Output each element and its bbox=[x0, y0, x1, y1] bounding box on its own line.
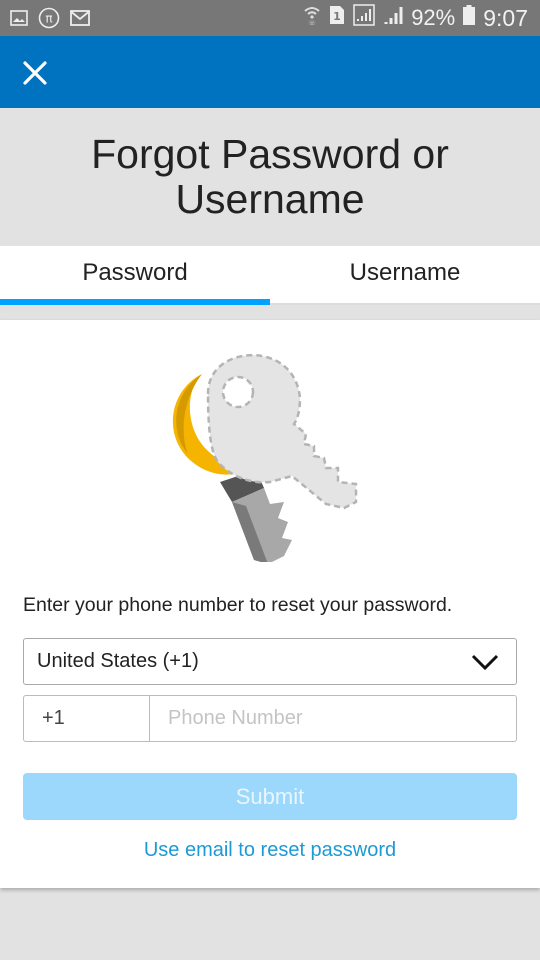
tab-bar: Password Username bbox=[0, 246, 540, 305]
tab-username[interactable]: Username bbox=[270, 246, 540, 303]
title-area: Forgot Password or Username bbox=[0, 108, 540, 246]
status-bar: π ☏ 1 92% 9:07 bbox=[0, 0, 540, 36]
svg-text:☏: ☏ bbox=[308, 20, 316, 26]
signal-boxed-icon bbox=[353, 4, 375, 32]
instruction-text: Enter your phone number to reset your pa… bbox=[23, 594, 453, 616]
use-email-link[interactable]: Use email to reset password bbox=[0, 839, 540, 862]
tab-password[interactable]: Password bbox=[0, 246, 270, 305]
country-select-value: United States (+1) bbox=[37, 650, 199, 672]
page-title: Forgot Password or Username bbox=[91, 131, 449, 222]
battery-percent: 92% bbox=[411, 5, 456, 30]
app-bar bbox=[0, 36, 540, 108]
phone-prefix: +1 bbox=[24, 696, 150, 741]
submit-button[interactable]: Submit bbox=[23, 773, 517, 820]
wifi-calling-icon: ☏ bbox=[303, 4, 321, 32]
chevron-down-icon bbox=[471, 654, 499, 671]
gmail-icon bbox=[70, 10, 90, 31]
country-select[interactable]: United States (+1) bbox=[23, 638, 517, 685]
svg-text:π: π bbox=[45, 12, 52, 26]
close-button[interactable] bbox=[20, 58, 50, 88]
image-icon bbox=[10, 10, 28, 31]
clock: 9:07 bbox=[483, 4, 528, 31]
phone-number-input[interactable] bbox=[150, 696, 516, 741]
reset-card: Enter your phone number to reset your pa… bbox=[0, 320, 540, 888]
signal-icon bbox=[383, 5, 403, 31]
pi-icon: π bbox=[38, 7, 60, 34]
phone-row: +1 bbox=[23, 695, 517, 742]
sim1-icon: 1 bbox=[329, 5, 345, 31]
keys-icon bbox=[172, 353, 358, 562]
svg-text:1: 1 bbox=[333, 10, 341, 23]
battery-icon bbox=[463, 5, 476, 31]
close-icon bbox=[23, 61, 47, 85]
